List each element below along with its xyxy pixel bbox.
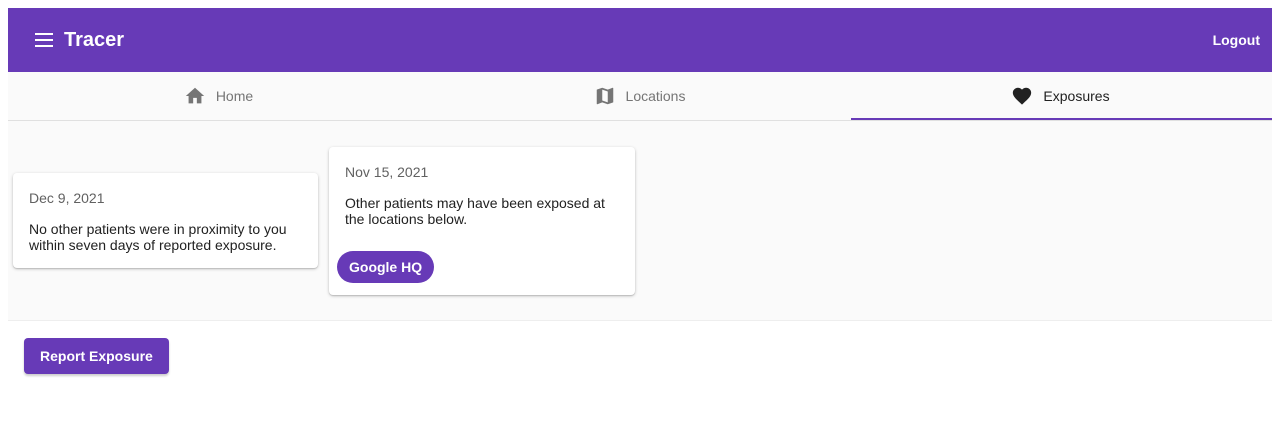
report-exposure-button[interactable]: Report Exposure (24, 338, 169, 374)
app-frame: Tracer Logout Home Locations Exposures D… (8, 8, 1272, 389)
menu-icon[interactable] (32, 30, 56, 50)
active-tab-indicator (851, 118, 1272, 120)
tab-locations[interactable]: Locations (429, 72, 850, 120)
home-icon (185, 87, 204, 104)
logout-button[interactable]: Logout (1213, 30, 1260, 50)
tab-home-label: Home (215, 88, 254, 104)
tab-locations-label: Locations (625, 88, 686, 104)
tab-home[interactable]: Home (8, 72, 429, 120)
exposure-date: Dec 9, 2021 (29, 190, 105, 206)
exposure-card: Dec 9, 2021 No other patients were in pr… (13, 173, 318, 268)
tab-bar: Home Locations Exposures (8, 72, 1272, 121)
app-title: Tracer (64, 29, 125, 51)
exposure-card: Nov 15, 2021 Other patients may have bee… (329, 147, 635, 295)
exposure-message-line: Other patients may have been exposed at (345, 195, 605, 211)
tab-exposures[interactable]: Exposures (850, 72, 1271, 120)
heart-icon (1013, 87, 1032, 105)
action-bar: Report Exposure (8, 320, 1272, 389)
map-icon (596, 87, 613, 105)
exposure-message-line: No other patients were in proximity to y… (29, 221, 287, 237)
location-chip[interactable]: Google HQ (337, 251, 435, 283)
exposure-message-line: within seven days of reported exposure. (29, 237, 277, 253)
app-bar: Tracer Logout (8, 8, 1272, 72)
tab-exposures-label: Exposures (1043, 88, 1110, 104)
exposure-message-line: the locations below. (345, 211, 468, 227)
exposure-date: Nov 15, 2021 (345, 164, 429, 180)
